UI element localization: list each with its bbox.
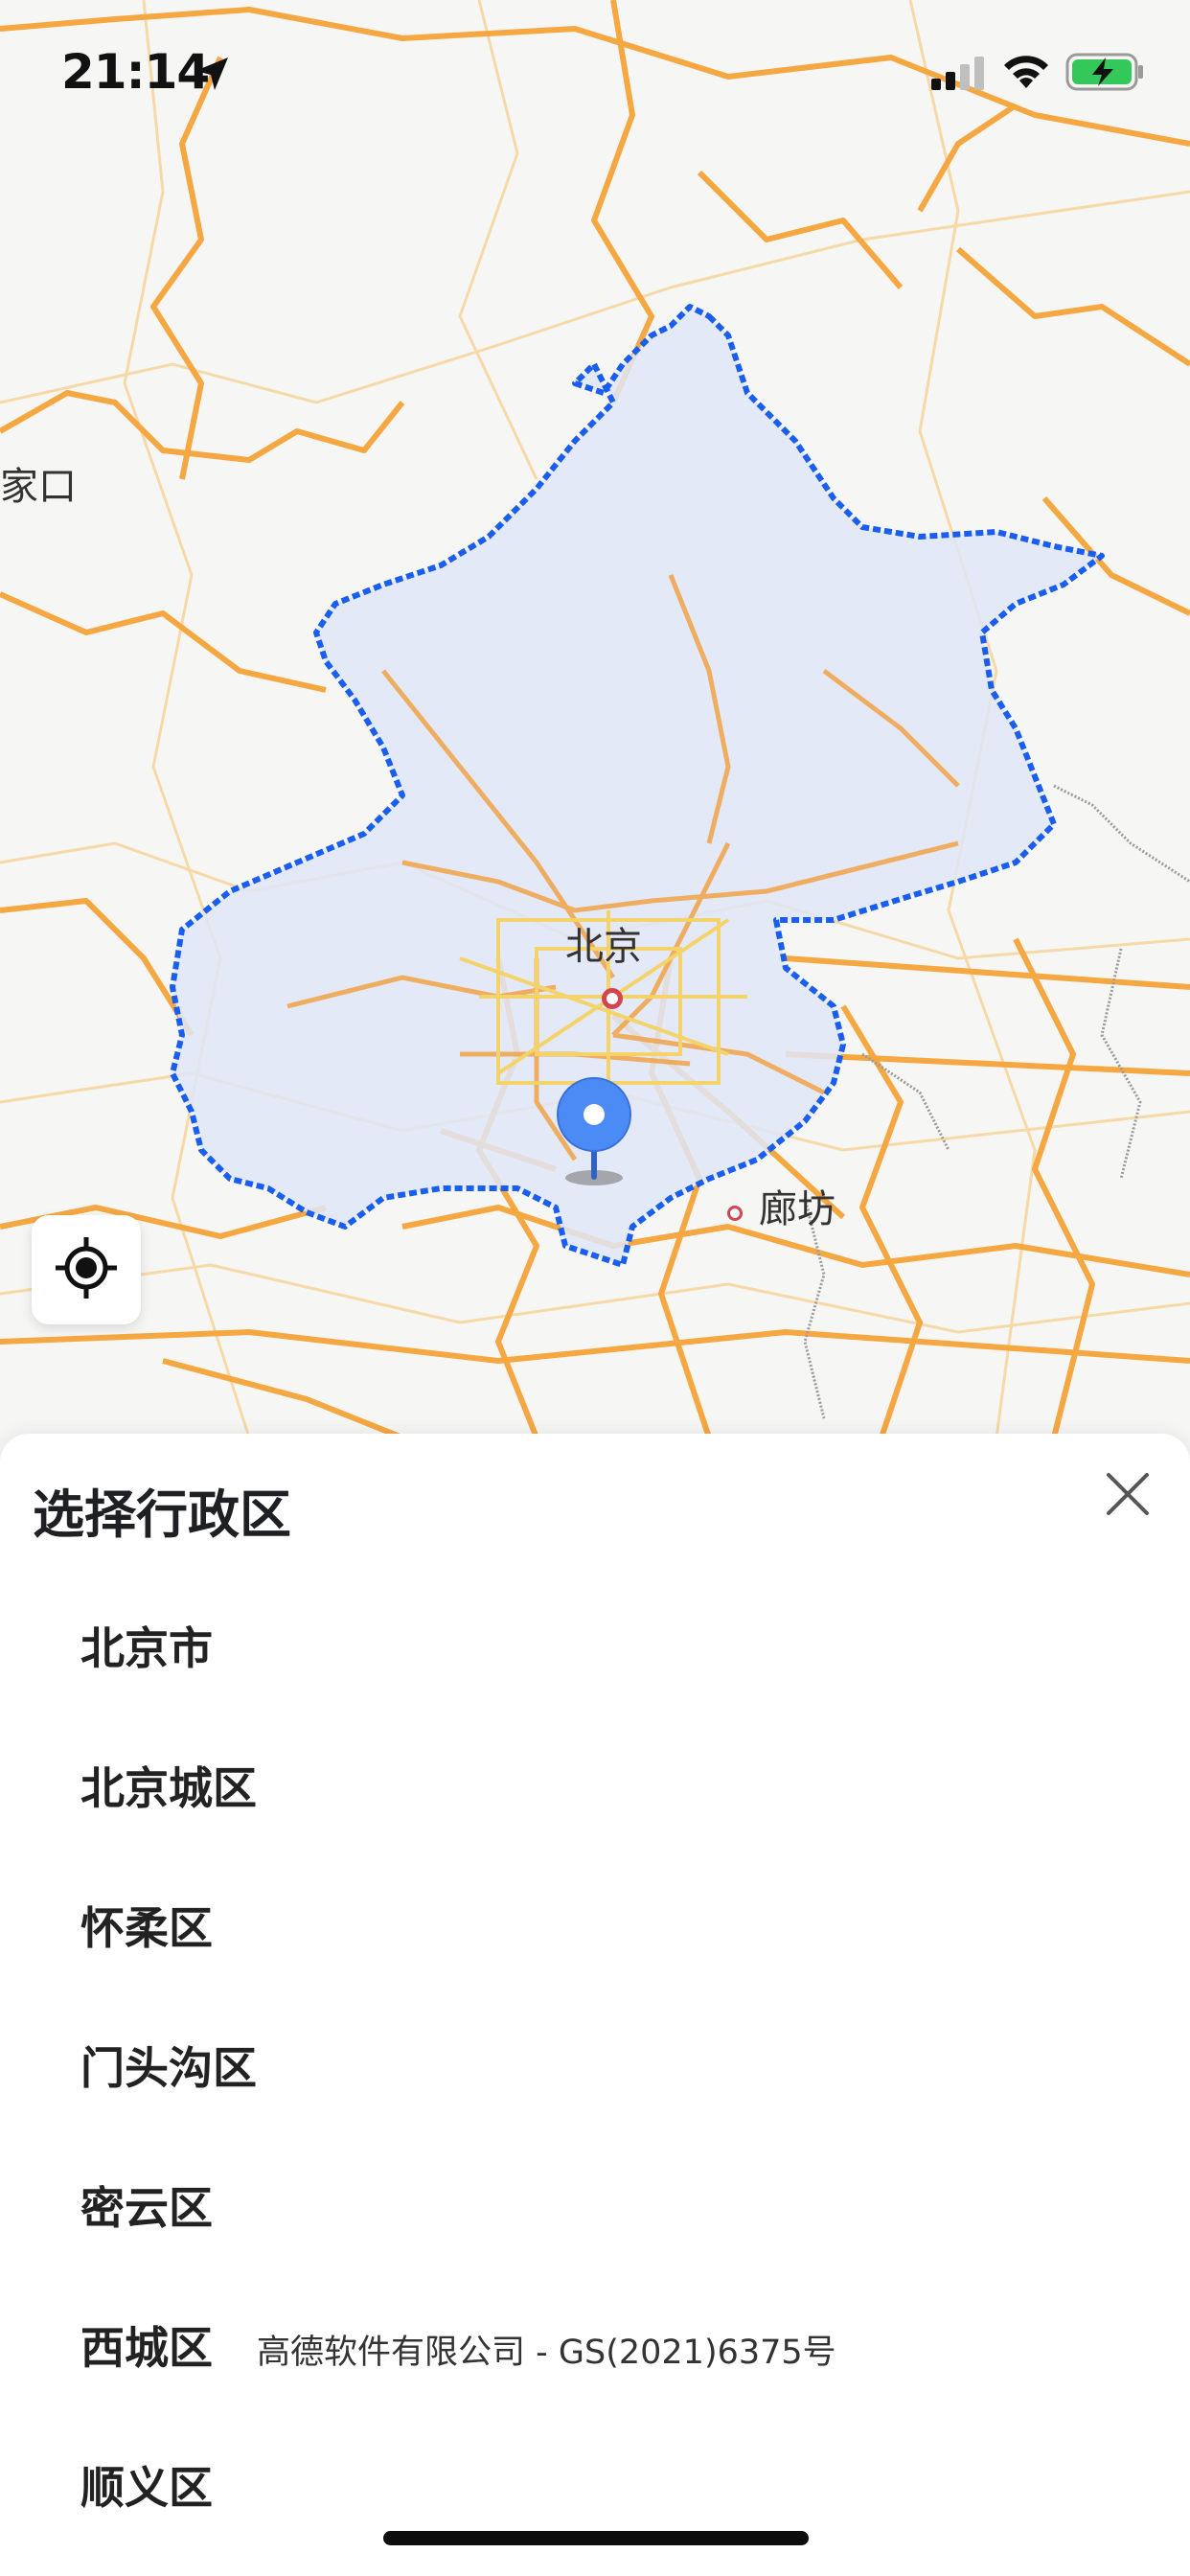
district-item-huairou[interactable]: 怀柔区 (0, 1857, 1190, 1997)
location-arrow-icon (192, 54, 232, 98)
district-label: 北京市 (80, 1622, 213, 1674)
district-item-beijing-city[interactable]: 北京市 (0, 1577, 1190, 1717)
district-item-miyun[interactable]: 密云区 (0, 2137, 1190, 2277)
wifi-icon (1000, 52, 1052, 94)
sheet-title: 选择行政区 (33, 1484, 291, 1545)
district-item-beijing-urban[interactable]: 北京城区 (0, 1717, 1190, 1857)
map-canvas (0, 0, 1190, 1438)
langfang-city-marker[interactable] (727, 1206, 743, 1221)
district-label: 密云区 (80, 2182, 213, 2234)
home-indicator[interactable] (383, 2531, 809, 2545)
locate-icon (53, 1234, 120, 1305)
district-label: 怀柔区 (80, 1902, 213, 1954)
district-label: 顺义区 (80, 2462, 213, 2514)
beijing-city-marker[interactable] (602, 988, 623, 1009)
close-icon (1104, 1470, 1152, 1522)
map-label-langfang[interactable]: 廊坊 (759, 1190, 835, 1229)
district-list: 北京市 北京城区 怀柔区 门头沟区 密云区 西城区 顺义区 (0, 1577, 1190, 2557)
district-label: 门头沟区 (80, 2042, 257, 2094)
district-picker-sheet: 选择行政区 北京市 北京城区 怀柔区 门头沟区 密云区 西城区 顺义区 (0, 1434, 1190, 2576)
map-label-beijing[interactable]: 北京 (565, 928, 642, 966)
district-label: 西城区 (80, 2322, 213, 2374)
status-time: 21:14 (61, 44, 210, 100)
close-button[interactable] (1092, 1460, 1163, 1531)
battery-charging-icon (1065, 52, 1146, 96)
map-label-zhangjiakou: 家口 (0, 465, 77, 509)
cellular-signal-icon (931, 54, 989, 96)
locate-me-button[interactable] (32, 1215, 141, 1324)
district-label: 北京城区 (80, 1762, 257, 1814)
status-bar: 21:14 (0, 0, 1190, 144)
map-view[interactable]: 家口 北京 廊坊 (0, 0, 1190, 1438)
district-item-mentougou[interactable]: 门头沟区 (0, 1997, 1190, 2137)
map-copyright: 高德软件有限公司 - GS(2021)6375号 (257, 2334, 836, 2372)
